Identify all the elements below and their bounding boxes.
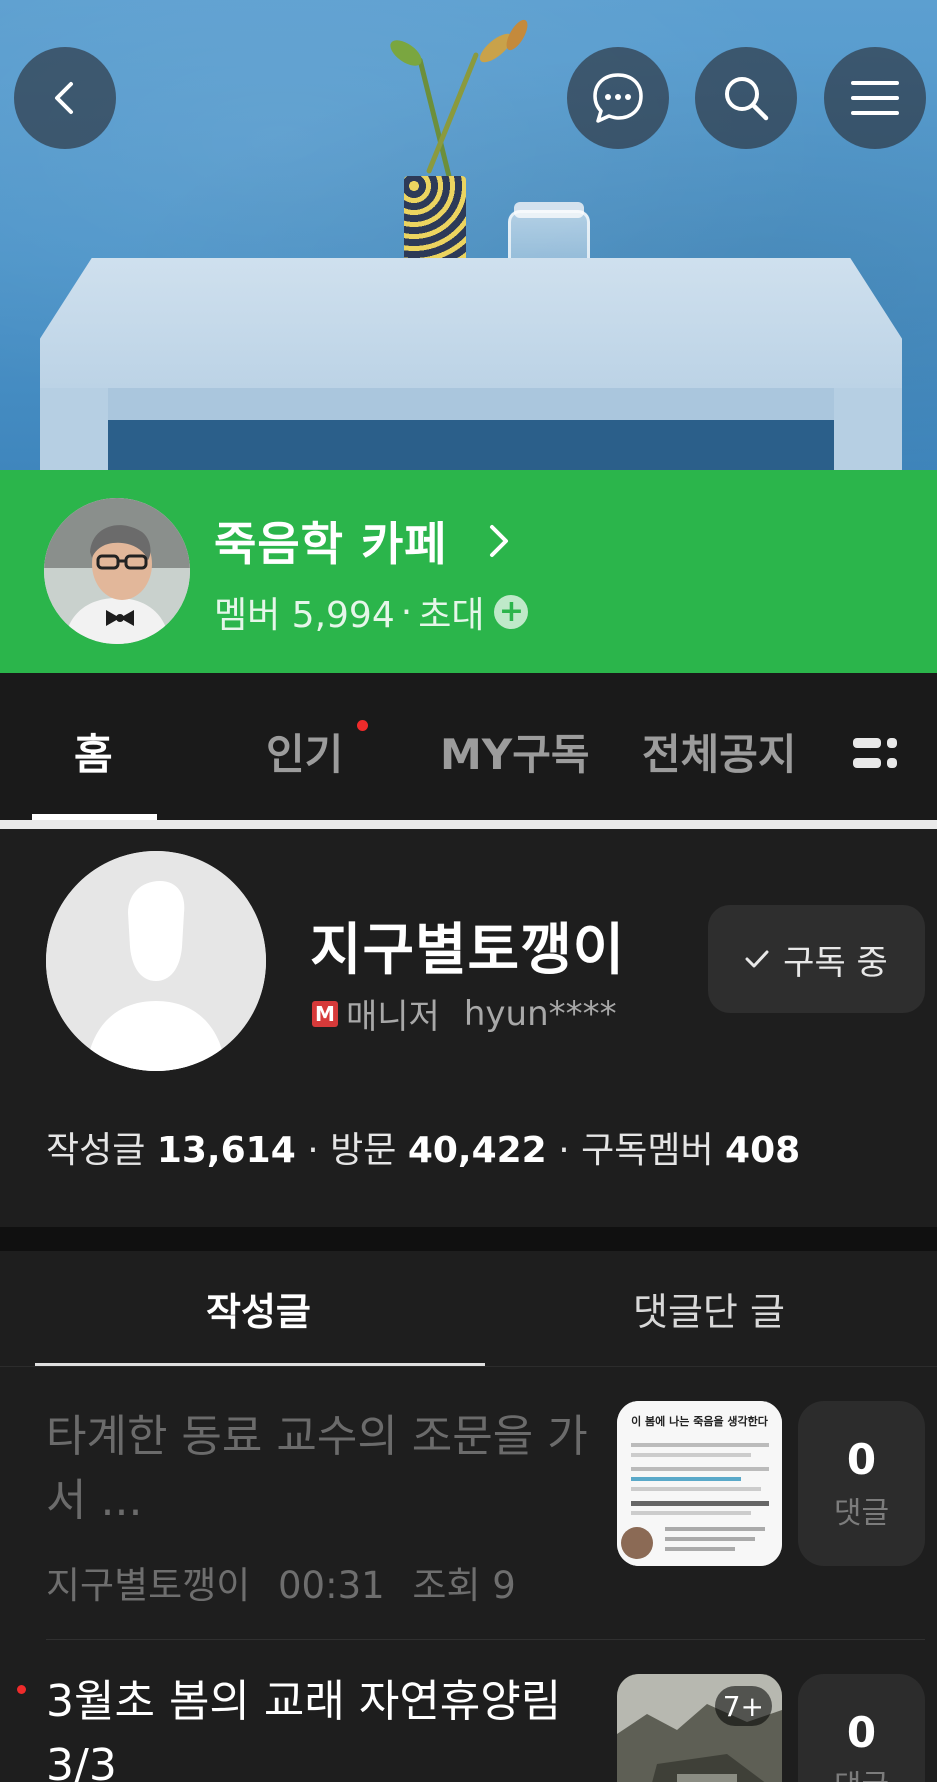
table-leg (40, 388, 108, 470)
posts-count: 13,614 (156, 1130, 296, 1171)
chevron-left-icon (55, 82, 73, 114)
list-item[interactable]: 3월초 봄의 교래 자연휴양림 3/3 7+ 0 댓글 (0, 1640, 937, 1782)
post-title: 타계한 동료 교수의 조문을 가서 ... (46, 1411, 588, 1526)
comment-label: 댓글 (834, 1761, 889, 1782)
subscribe-label: 구독 중 (783, 942, 888, 983)
table-shadow (108, 420, 834, 470)
cafe-title-link[interactable]: 죽음학 카페 (214, 508, 510, 574)
manager-badge-icon: M (312, 1000, 338, 1027)
menu-button[interactable] (824, 47, 926, 149)
table-top (40, 258, 902, 388)
active-content-tab-indicator (35, 1363, 485, 1366)
cafe-cover-image (0, 0, 937, 470)
comment-label: 댓글 (833, 1496, 890, 1531)
chat-button[interactable] (567, 47, 669, 149)
comment-count: 0 (846, 1435, 877, 1484)
cafe-avatar[interactable] (44, 498, 190, 644)
flower-vase (404, 176, 466, 268)
section-divider (0, 820, 937, 829)
post-thumbnail[interactable]: 7+ (617, 1674, 782, 1782)
post-views: 조회 9 (412, 1564, 516, 1607)
search-icon (725, 77, 769, 121)
comment-count-box[interactable]: 0 댓글 (798, 1401, 925, 1566)
cafe-meta: 멤버 5,994 · 초대 + (214, 586, 529, 638)
new-indicator-dot (357, 720, 368, 731)
hamburger-menu-icon (851, 81, 899, 115)
meta-separator: · (400, 591, 413, 633)
visits-count: 40,422 (407, 1130, 547, 1171)
invite-label[interactable]: 초대 (418, 586, 484, 638)
list-item[interactable]: 타계한 동료 교수의 조문을 가서 ... 지구별토깽이 00:31 조회 9 (0, 1367, 937, 1639)
stats-separator: · (558, 1130, 570, 1171)
member-count: 멤버 5,994 (214, 595, 395, 636)
tab-commented-posts[interactable]: 댓글단 글 (633, 1281, 785, 1336)
thumbnail-heading: 이 봄에 나는 죽음을 생각한다 (631, 1415, 768, 1428)
tab-my-subscriptions[interactable]: MY구독 (440, 721, 590, 782)
section-gap (0, 1227, 937, 1251)
check-icon (745, 950, 769, 968)
cafe-info-bar[interactable]: 죽음학 카페 멤버 5,994 · 초대 + (0, 470, 937, 673)
post-title: 3월초 봄의 교래 자연휴양림 3/3 (46, 1676, 562, 1782)
member-role: 매니저 (346, 997, 440, 1037)
comment-count-box[interactable]: 0 댓글 (798, 1674, 925, 1782)
subscribers-count: 408 (725, 1130, 801, 1171)
tab-notices[interactable]: 전체공지 (642, 721, 797, 782)
grid-dots-icon[interactable] (853, 734, 899, 774)
tab-popular[interactable]: 인기 (266, 721, 343, 782)
chat-bubble-icon (593, 73, 643, 123)
unread-dot (17, 1685, 26, 1694)
subscribe-button[interactable]: 구독 중 (708, 905, 925, 1013)
image-count-badge: 7+ (714, 1686, 772, 1726)
default-user-icon (46, 851, 266, 1071)
post-author: 지구별토깽이 (46, 1564, 251, 1607)
member-nickname: 지구별토깽이 (310, 918, 626, 983)
table-leg (834, 388, 902, 470)
post-time: 00:31 (278, 1564, 385, 1607)
subscribers-label: 구독멤버 (581, 1130, 714, 1171)
stats-separator: · (307, 1130, 319, 1171)
member-role-row: M 매니저 hyun**** (312, 989, 617, 1038)
search-button[interactable] (695, 47, 797, 149)
member-profile: 지구별토깽이 M 매니저 hyun**** 구독 중 작성글 13,614 · … (0, 829, 937, 1227)
comment-count: 0 (846, 1708, 877, 1757)
content-tab-bar: 작성글 댓글단 글 (0, 1251, 937, 1367)
cafe-name: 죽음학 카페 (214, 517, 448, 571)
visits-label: 방문 (330, 1130, 397, 1171)
member-avatar[interactable] (46, 851, 266, 1071)
cafe-tab-bar: 홈 인기 MY구독 전체공지 (0, 673, 937, 820)
post-thumbnail[interactable]: 이 봄에 나는 죽음을 생각한다 (617, 1401, 782, 1566)
table-apron (108, 388, 838, 420)
post-list: 타계한 동료 교수의 조문을 가서 ... 지구별토깽이 00:31 조회 9 (0, 1367, 937, 1782)
back-button[interactable] (14, 47, 116, 149)
posts-label: 작성글 (46, 1130, 146, 1171)
invite-plus-icon[interactable]: + (494, 595, 529, 629)
member-stats: 작성글 13,614 · 방문 40,422 · 구독멤버 408 (46, 1121, 800, 1173)
member-id: hyun**** (463, 993, 617, 1034)
tab-home[interactable]: 홈 (74, 721, 113, 782)
chevron-right-icon (489, 525, 508, 557)
post-meta: 지구별토깽이 00:31 조회 9 (46, 1555, 516, 1609)
cafe-profile-photo (44, 498, 190, 644)
tab-written-posts[interactable]: 작성글 (206, 1281, 311, 1336)
